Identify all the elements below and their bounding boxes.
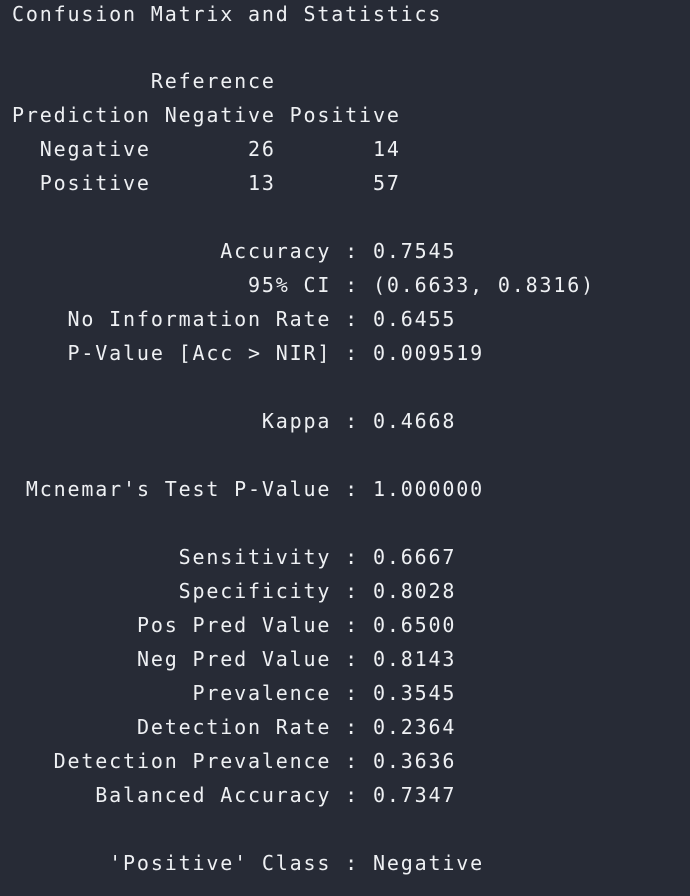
stat-value: 0.6500 bbox=[372, 613, 457, 637]
stat-separator: : bbox=[345, 715, 360, 739]
stat-label: No Information Rate bbox=[67, 307, 332, 331]
column-header-negative: Negative bbox=[164, 103, 276, 127]
stat-separator: : bbox=[345, 783, 360, 807]
matrix-row-negative: Negative 26 14 bbox=[12, 132, 401, 166]
r-console-output: Confusion Matrix and Statistics Referenc… bbox=[0, 0, 690, 896]
stat-separator: : bbox=[345, 613, 360, 637]
stat-sensitivity: Sensitivity : 0.6667 bbox=[12, 540, 456, 574]
stat-ci: 95% CI : (0.6633, 0.8316) bbox=[12, 268, 595, 302]
stat-value: 1.000000 bbox=[372, 477, 485, 501]
stat-kappa: Kappa : 0.4668 bbox=[12, 404, 456, 438]
output-title: Confusion Matrix and Statistics bbox=[12, 0, 442, 31]
stat-value: (0.6633, 0.8316) bbox=[372, 273, 596, 297]
stat-label: P-Value [Acc > NIR] bbox=[67, 341, 332, 365]
stat-pos-pred-value: Pos Pred Value : 0.6500 bbox=[12, 608, 456, 642]
stat-label: Prevalence bbox=[192, 681, 332, 705]
stat-value: 0.009519 bbox=[372, 341, 485, 365]
stat-separator: : bbox=[345, 273, 360, 297]
stat-value: 0.4668 bbox=[372, 409, 457, 433]
stat-prevalence: Prevalence : 0.3545 bbox=[12, 676, 456, 710]
stat-value: 0.3636 bbox=[372, 749, 457, 773]
stat-label: Mcnemar's Test P-Value bbox=[25, 477, 332, 501]
stat-separator: : bbox=[345, 545, 360, 569]
stat-value: 0.7347 bbox=[372, 783, 457, 807]
stat-label: Pos Pred Value bbox=[136, 613, 332, 637]
cell-negative-positive: 14 bbox=[372, 137, 401, 161]
stat-label: Accuracy bbox=[220, 239, 332, 263]
stat-value: 0.6455 bbox=[372, 307, 457, 331]
stat-separator: : bbox=[345, 341, 360, 365]
stat-positive-class: 'Positive' Class : Negative bbox=[12, 846, 484, 880]
stat-mcnemar: Mcnemar's Test P-Value : 1.000000 bbox=[12, 472, 484, 506]
reference-label: Reference bbox=[150, 69, 276, 93]
stat-label: Sensitivity bbox=[178, 545, 332, 569]
stat-separator: : bbox=[345, 477, 360, 501]
stat-no-information-rate: No Information Rate : 0.6455 bbox=[12, 302, 456, 336]
stat-neg-pred-value: Neg Pred Value : 0.8143 bbox=[12, 642, 456, 676]
reference-header-line: Reference bbox=[12, 64, 276, 98]
stat-label: Specificity bbox=[178, 579, 332, 603]
row-label-positive: Positive bbox=[39, 171, 151, 195]
cell-negative-negative: 26 bbox=[248, 137, 276, 161]
stat-separator: : bbox=[345, 851, 360, 875]
prediction-label: Prediction bbox=[12, 103, 151, 127]
stat-separator: : bbox=[345, 579, 360, 603]
stat-value: 0.8028 bbox=[372, 579, 457, 603]
stat-label: Neg Pred Value bbox=[136, 647, 332, 671]
stat-label: Kappa bbox=[261, 409, 332, 433]
cell-positive-negative: 13 bbox=[248, 171, 276, 195]
stat-separator: : bbox=[345, 749, 360, 773]
matrix-row-positive: Positive 13 57 bbox=[12, 166, 401, 200]
stat-separator: : bbox=[345, 647, 360, 671]
stat-p-value: P-Value [Acc > NIR] : 0.009519 bbox=[12, 336, 484, 370]
cell-positive-positive: 57 bbox=[372, 171, 401, 195]
stat-value: 0.6667 bbox=[372, 545, 457, 569]
stat-value: 0.8143 bbox=[372, 647, 457, 671]
stat-detection-rate: Detection Rate : 0.2364 bbox=[12, 710, 456, 744]
stat-label: 'Positive' Class bbox=[109, 851, 332, 875]
row-label-negative: Negative bbox=[39, 137, 151, 161]
stat-balanced-accuracy: Balanced Accuracy : 0.7347 bbox=[12, 778, 456, 812]
stat-detection-prevalence: Detection Prevalence : 0.3636 bbox=[12, 744, 456, 778]
stat-value: 0.2364 bbox=[372, 715, 457, 739]
matrix-header-line: Prediction Negative Positive bbox=[12, 98, 401, 132]
stat-separator: : bbox=[345, 307, 360, 331]
stat-separator: : bbox=[345, 409, 360, 433]
stat-specificity: Specificity : 0.8028 bbox=[12, 574, 456, 608]
title-text: Confusion Matrix and Statistics bbox=[12, 2, 443, 26]
stat-value: 0.7545 bbox=[372, 239, 457, 263]
stat-separator: : bbox=[345, 239, 360, 263]
stat-value: Negative bbox=[372, 851, 485, 875]
stat-value: 0.3545 bbox=[372, 681, 457, 705]
stat-separator: : bbox=[345, 681, 360, 705]
stat-label: 95% CI bbox=[247, 273, 332, 297]
column-header-positive: Positive bbox=[289, 103, 401, 127]
stat-label: Detection Rate bbox=[136, 715, 332, 739]
stat-accuracy: Accuracy : 0.7545 bbox=[12, 234, 456, 268]
stat-label: Balanced Accuracy bbox=[95, 783, 332, 807]
stat-label: Detection Prevalence bbox=[53, 749, 332, 773]
